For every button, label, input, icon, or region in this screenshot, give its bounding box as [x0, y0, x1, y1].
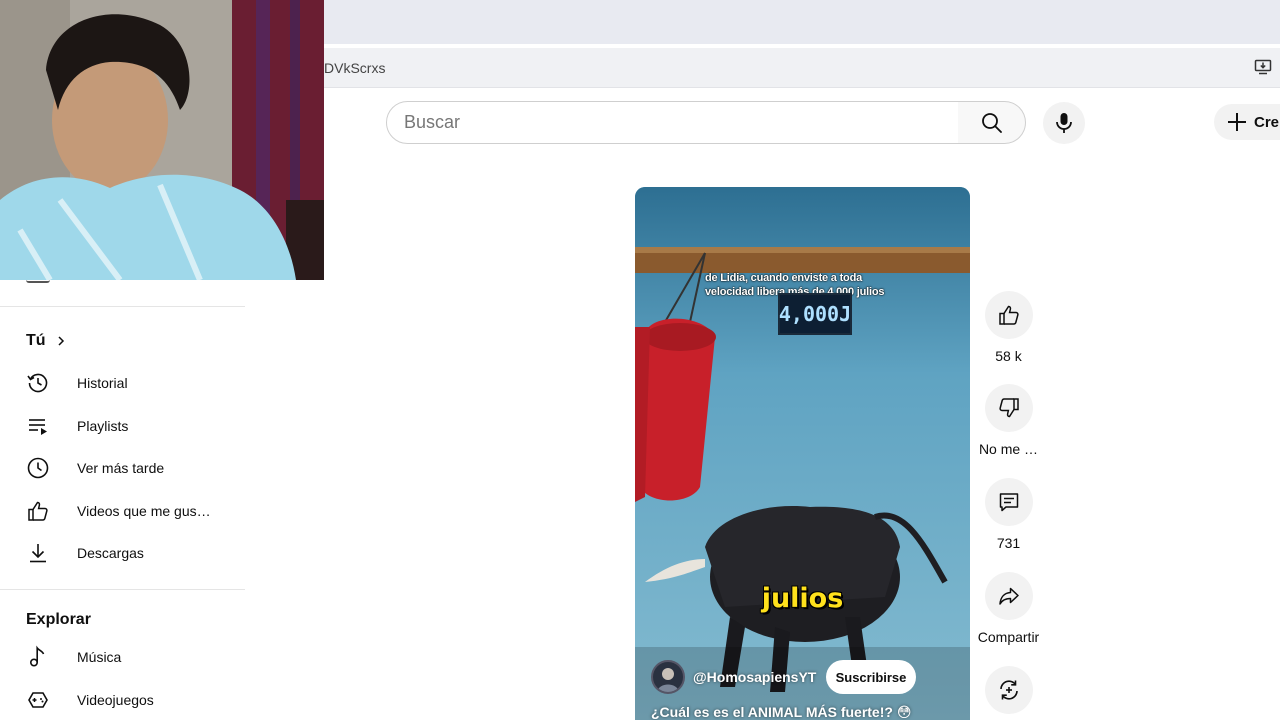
liked-videos-icon [26, 499, 50, 523]
video-caption-word: julios [761, 583, 844, 614]
install-app-icon[interactable] [1254, 58, 1272, 76]
plus-icon [1228, 113, 1246, 131]
share-button[interactable] [984, 572, 1033, 620]
dislike-action: No me … [971, 384, 1046, 457]
sidebar-item-playlists[interactable]: Playlists [0, 406, 245, 446]
sidebar-item-label: Historial [77, 375, 128, 391]
sidebar-item-gaming[interactable]: Videojuegos [0, 680, 245, 720]
microphone-icon [1056, 113, 1072, 133]
sidebar-item-label: Música [77, 649, 122, 665]
short-video-player[interactable]: de Lidia, cuando enviste a toda velocida… [635, 187, 970, 720]
you-heading-label: Tú [26, 332, 46, 349]
energy-meter-display: 4,000J [778, 293, 852, 335]
thumbs-down-icon [998, 398, 1019, 418]
like-button[interactable] [984, 291, 1033, 339]
meter-value: 4,000J [778, 302, 852, 326]
sidebar-item-label: Descargas [77, 545, 144, 561]
download-icon [26, 541, 50, 565]
watch-later-icon [26, 456, 50, 480]
search-button[interactable] [958, 101, 1026, 144]
like-action: 58 k [971, 291, 1046, 364]
comment-icon [999, 493, 1018, 512]
sidebar-item-liked-videos[interactable]: Videos que me gus… [0, 491, 245, 531]
voice-search-button[interactable] [1043, 102, 1085, 144]
subscribe-button[interactable]: Suscribirse [826, 660, 916, 694]
sidebar-item-history[interactable]: Historial [0, 363, 245, 403]
you-section-heading[interactable]: Tú [26, 332, 66, 350]
search-box[interactable] [386, 101, 959, 144]
thumbs-up-icon [998, 305, 1019, 325]
explore-heading-label: Explorar [26, 611, 91, 628]
dislike-label: No me … [978, 441, 1039, 457]
sidebar-item-label: Videos que me gus… [77, 503, 211, 519]
address-url-text[interactable]: DVkScrxs [324, 60, 385, 76]
channel-name-link[interactable]: @HomosapiensYT [693, 669, 816, 685]
sidebar-item-music[interactable]: Música [0, 637, 245, 677]
playlists-icon [26, 414, 50, 438]
dislike-button[interactable] [984, 384, 1033, 432]
share-label: Compartir [977, 629, 1040, 645]
search-icon [981, 112, 1002, 133]
music-icon [26, 645, 50, 669]
subtitle-line: de Lidia, cuando enviste a toda [705, 272, 863, 284]
remix-action [971, 666, 1046, 714]
create-label: Cre [1254, 113, 1280, 131]
history-icon [26, 371, 50, 395]
sidebar-item-label: Videojuegos [77, 692, 154, 708]
sidebar: Tú Historial Playlists Ver más tarde Vid… [0, 280, 245, 720]
like-count: 58 k [995, 348, 1022, 364]
short-title[interactable]: ¿Cuál es es el ANIMAL MÁS fuerte!? 😳 [651, 704, 911, 720]
remix-button[interactable] [984, 666, 1033, 714]
search-input[interactable] [387, 102, 958, 143]
comments-action: 731 [971, 478, 1046, 551]
screen: DVkScrxs Cre Tú [0, 0, 1280, 720]
sidebar-item-watch-later[interactable]: Ver más tarde [0, 448, 245, 488]
create-button[interactable]: Cre [1214, 104, 1280, 140]
webcam-overlay [0, 0, 324, 280]
explore-section-heading: Explorar [26, 611, 91, 629]
remix-icon [999, 680, 1018, 700]
comments-count: 731 [996, 535, 1021, 551]
sidebar-item-label: Playlists [77, 418, 129, 434]
share-action: Compartir [971, 572, 1046, 645]
sidebar-cutoff-icon [26, 280, 50, 283]
gaming-icon [26, 688, 50, 712]
sidebar-divider [0, 306, 245, 307]
comments-button[interactable] [984, 478, 1033, 526]
channel-avatar[interactable] [651, 660, 685, 694]
video-frame [635, 187, 970, 720]
share-arrow-icon [998, 587, 1019, 605]
chevron-right-icon [58, 336, 64, 346]
sidebar-divider [0, 589, 245, 590]
sidebar-item-downloads[interactable]: Descargas [0, 533, 245, 573]
sidebar-item-label: Ver más tarde [77, 460, 165, 476]
